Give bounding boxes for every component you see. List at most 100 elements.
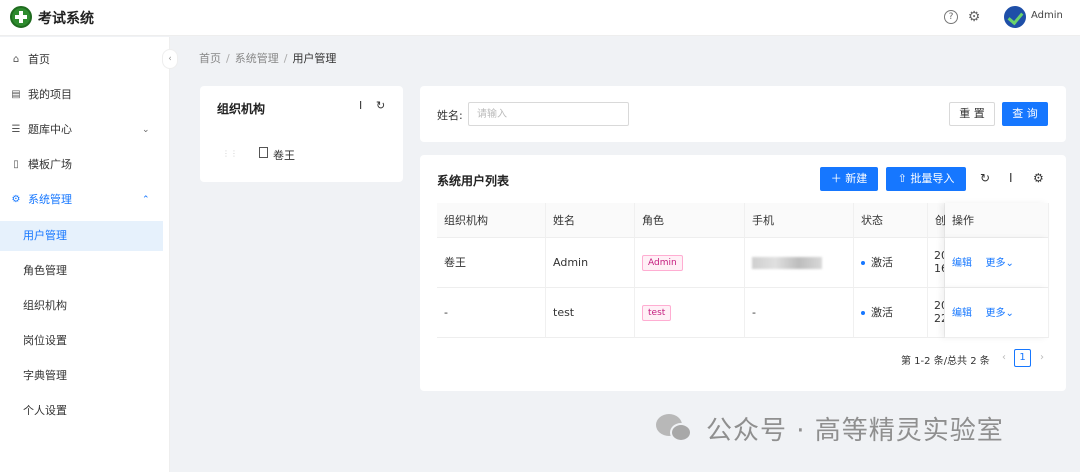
sidebar-item-dictionary[interactable]: 字典管理: [0, 361, 163, 391]
new-user-button[interactable]: ＋ 新建: [820, 167, 878, 191]
plus-icon: ＋: [830, 172, 846, 185]
table-cell-role: Admin: [635, 238, 745, 288]
reset-button[interactable]: 重 置: [949, 102, 995, 126]
search-label: 姓名:: [437, 109, 463, 122]
breadcrumb-home[interactable]: 首页: [199, 52, 221, 65]
role-tag: Admin: [642, 255, 683, 271]
name-search-input[interactable]: [468, 102, 629, 126]
sidebar-item-label: 组织机构: [23, 299, 67, 312]
app-logo: [10, 6, 32, 28]
column-height-icon[interactable]: Ι: [359, 99, 362, 112]
table-cell-status: 激活: [854, 238, 928, 288]
table-cell-created: 2016: [928, 238, 945, 288]
sidebar-item-label: 个人设置: [23, 404, 67, 417]
sidebar-item-personal-settings[interactable]: 个人设置: [0, 396, 163, 426]
avatar[interactable]: [1004, 6, 1026, 28]
drag-handle-icon[interactable]: ⋮⋮: [222, 149, 238, 158]
column-height-icon[interactable]: Ι: [1009, 171, 1013, 185]
batch-import-button[interactable]: ⇧ 批量导入: [886, 167, 966, 191]
table-cell-role: test: [635, 288, 745, 338]
column-header-name: 姓名: [546, 203, 635, 238]
query-button[interactable]: 查 询: [1002, 102, 1048, 126]
table-cell-actions: 编辑 更多⌄: [945, 288, 1049, 338]
table-cell-org: 卷王: [437, 238, 546, 288]
table-cell-actions: 编辑 更多⌄: [945, 238, 1049, 288]
template-icon: ▯: [13, 159, 19, 170]
gear-icon[interactable]: ⚙: [967, 10, 981, 24]
table-cell-phone: -: [745, 288, 854, 338]
sidebar-item-system[interactable]: ⚙ 系统管理 ⌃: [0, 186, 163, 214]
sidebar-item-label: 系统管理: [28, 193, 72, 206]
user-table-panel: 系统用户列表 ＋ 新建 ⇧ 批量导入 ↻ Ι ⚙ 组织机构 姓名 角色 手机 状…: [420, 155, 1066, 391]
more-link[interactable]: 更多⌄: [986, 258, 1014, 269]
question-bank-icon: ☰: [11, 124, 21, 135]
app-title: 考试系统: [38, 11, 94, 27]
breadcrumb-current: 用户管理: [292, 52, 337, 65]
table-cell-phone: [745, 238, 854, 288]
breadcrumb: 首页 / 系统管理 / 用户管理: [199, 52, 337, 65]
prev-page-button[interactable]: ‹: [996, 350, 1012, 368]
sidebar-item-label: 用户管理: [23, 229, 67, 242]
chevron-down-icon: ⌄: [1005, 258, 1014, 269]
sidebar-item-label: 题库中心: [28, 123, 72, 136]
refresh-icon[interactable]: ↻: [980, 171, 990, 185]
table-cell-status: 激活: [854, 288, 928, 338]
next-page-button[interactable]: ›: [1034, 350, 1050, 368]
more-label: 更多: [985, 308, 1006, 319]
sidebar-item-user-management[interactable]: 用户管理: [0, 221, 163, 251]
file-icon: [259, 147, 268, 158]
created-text-2: 22: [934, 312, 944, 325]
sidebar-item-my-projects[interactable]: ▤ 我的项目: [0, 81, 163, 109]
chevron-up-icon: ⌃: [142, 195, 150, 205]
user-name[interactable]: Admin: [1031, 10, 1063, 21]
sidebar: ⌂ 首页 ▤ 我的项目 ☰ 题库中心 ⌄ ▯ 模板广场 ⚙ 系统管理 ⌃ 用户管…: [0, 37, 170, 472]
created-text-2: 16: [934, 262, 944, 275]
edit-link[interactable]: 编辑: [952, 308, 972, 319]
sidebar-item-label: 首页: [28, 53, 50, 66]
column-header-phone: 手机: [745, 203, 854, 238]
column-header-org: 组织机构: [437, 203, 546, 238]
sidebar-item-organization[interactable]: 组织机构: [0, 291, 163, 321]
breadcrumb-parent[interactable]: 系统管理: [235, 52, 279, 65]
pagination-total: 第 1-2 条/总共 2 条: [901, 356, 990, 367]
sidebar-item-label: 模板广场: [28, 158, 72, 171]
created-text: 20: [934, 299, 944, 312]
chevron-down-icon: ⌄: [1005, 308, 1014, 319]
table-cell-name: Admin: [546, 238, 635, 288]
created-text: 20: [934, 249, 944, 262]
tree-node-label[interactable]: 卷王: [273, 147, 295, 163]
refresh-icon[interactable]: ↻: [376, 99, 385, 112]
sidebar-item-label: 岗位设置: [23, 334, 67, 347]
upload-icon: ⇧: [897, 172, 911, 185]
project-icon: ▤: [11, 89, 21, 100]
column-header-role: 角色: [635, 203, 745, 238]
status-text: 激活: [871, 256, 893, 269]
sidebar-item-positions[interactable]: 岗位设置: [0, 326, 163, 356]
chevron-down-icon: ⌄: [142, 125, 150, 135]
sidebar-item-label: 我的项目: [28, 88, 72, 101]
gear-icon[interactable]: ⚙: [1033, 171, 1044, 185]
sidebar-item-home[interactable]: ⌂ 首页: [0, 46, 163, 74]
new-button-label: 新建: [845, 172, 868, 185]
status-dot: [861, 261, 865, 265]
sidebar-item-templates[interactable]: ▯ 模板广场: [0, 151, 163, 179]
sidebar-item-role-management[interactable]: 角色管理: [0, 256, 163, 286]
sidebar-item-label: 角色管理: [23, 264, 67, 277]
blurred-phone: [752, 257, 822, 269]
table-cell-created: 2022: [928, 288, 945, 338]
wechat-icon: [656, 414, 696, 444]
more-label: 更多: [985, 258, 1006, 269]
import-button-label: 批量导入: [910, 172, 955, 185]
search-panel: 姓名: 重 置 查 询: [420, 86, 1066, 142]
table-title: 系统用户列表: [437, 174, 510, 188]
sidebar-item-label: 字典管理: [23, 369, 67, 382]
help-circle-icon[interactable]: ?: [944, 10, 958, 24]
edit-link[interactable]: 编辑: [952, 258, 972, 269]
sidebar-item-question-bank[interactable]: ☰ 题库中心 ⌄: [0, 116, 163, 144]
role-tag: test: [642, 305, 672, 321]
current-page-button[interactable]: 1: [1014, 349, 1031, 367]
column-header-created: 创: [928, 203, 946, 238]
more-link[interactable]: 更多⌄: [986, 308, 1014, 319]
status-dot: [861, 311, 865, 315]
sidebar-collapse-button[interactable]: ‹: [162, 49, 178, 69]
